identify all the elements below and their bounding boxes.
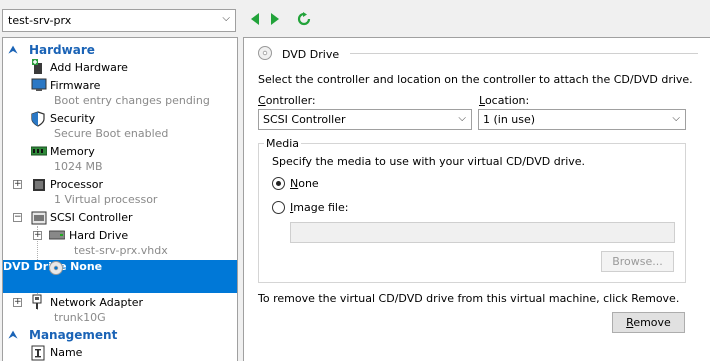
remove-button[interactable]: Remove: [612, 312, 685, 333]
expand-icon[interactable]: +: [33, 231, 42, 240]
tree-item-label: Firmware: [50, 79, 101, 92]
location-value: 1 (in use): [483, 113, 536, 126]
shield-icon: [31, 111, 47, 127]
tree-item-memory[interactable]: Memory 1024 MB: [3, 143, 237, 175]
tree-item-label: Memory: [50, 145, 95, 158]
tree-item-label: Name: [50, 346, 83, 359]
management-header-label: Management: [29, 328, 118, 342]
dvd-disc-icon: [49, 261, 65, 277]
tree-item-sublabel: None: [70, 260, 103, 273]
tree-item-label: Processor: [50, 178, 103, 191]
tree-item-sublabel: test-srv-prx.vhdx: [74, 244, 168, 257]
image-file-radio[interactable]: [272, 201, 285, 214]
forward-arrow-icon[interactable]: [268, 11, 282, 27]
expand-icon[interactable]: +: [13, 180, 22, 189]
collapse-chevron-icon: ⮝: [8, 44, 18, 56]
controller-value: SCSI Controller: [263, 113, 346, 126]
vm-selector[interactable]: test-srv-prx ⌵: [2, 9, 236, 32]
hardware-section-header[interactable]: ⮝ Hardware: [3, 41, 237, 59]
controller-icon: [31, 210, 47, 226]
chevron-down-icon: ⌵: [222, 13, 230, 24]
tree-item-sublabel: Boot entry changes pending: [54, 94, 210, 107]
collapse-icon[interactable]: −: [13, 213, 22, 222]
none-radio[interactable]: [272, 177, 285, 190]
image-file-radio-label[interactable]: Image file:: [290, 201, 348, 214]
dvd-disc-icon: [258, 46, 274, 62]
detail-title: DVD Drive: [258, 45, 698, 63]
tree-item-dvd-drive[interactable]: DVD Drive None: [3, 260, 237, 293]
browse-button[interactable]: Browse...: [601, 251, 674, 272]
management-section-header[interactable]: ⮝ Management: [3, 326, 237, 344]
controller-label: Controller:: [258, 94, 316, 107]
refresh-icon[interactable]: [297, 11, 311, 27]
processor-icon: [31, 177, 47, 193]
media-description: Specify the media to use with your virtu…: [272, 155, 586, 168]
detail-title-label: DVD Drive: [282, 47, 340, 61]
location-select[interactable]: 1 (in use) ⌵: [478, 109, 686, 130]
tree-item-security[interactable]: Security Secure Boot enabled: [3, 110, 237, 142]
title-divider: [350, 53, 698, 54]
tree-item-sublabel: 1024 MB: [54, 160, 103, 173]
tree-item-firmware[interactable]: Firmware Boot entry changes pending: [3, 77, 237, 109]
controller-select[interactable]: SCSI Controller ⌵: [258, 109, 472, 130]
collapse-chevron-icon: ⮝: [8, 329, 18, 341]
vm-selector-value: test-srv-prx: [8, 14, 72, 27]
none-radio-label[interactable]: None: [290, 177, 319, 190]
remove-instructions: To remove the virtual CD/DVD drive from …: [258, 292, 680, 305]
tree-item-hard-drive[interactable]: + Hard Drive test-srv-prx.vhdx: [3, 227, 237, 259]
add-hardware-icon: [31, 59, 47, 75]
expand-icon[interactable]: +: [13, 298, 22, 307]
browse-button-label: Browse...: [612, 255, 663, 268]
tree-item-scsi-controller[interactable]: − SCSI Controller: [3, 209, 237, 226]
name-icon: [31, 345, 47, 361]
tree-item-name[interactable]: Name: [3, 344, 237, 361]
back-arrow-icon[interactable]: [248, 11, 262, 27]
location-label: Location:: [479, 94, 530, 107]
remove-button-label: Remove: [626, 316, 671, 329]
tree-item-sublabel: 1 Virtual processor: [54, 193, 158, 206]
hardware-header-label: Hardware: [29, 43, 95, 57]
tree-item-sublabel: trunk10G: [54, 311, 106, 324]
tree-item-add-hardware[interactable]: Add Hardware: [3, 59, 237, 76]
intro-text: Select the controller and location on th…: [258, 73, 693, 86]
tree-item-label: Network Adapter: [50, 296, 144, 309]
media-group-header: Media: [264, 137, 302, 150]
network-adapter-icon: [31, 294, 47, 310]
tree-item-sublabel: Secure Boot enabled: [54, 127, 169, 140]
hardware-tree: ⮝ Hardware Add Hardware Firmware Boot en…: [2, 37, 238, 361]
tree-item-label: Security: [50, 112, 96, 125]
hard-drive-icon: [48, 230, 66, 246]
tree-item-label: Add Hardware: [50, 61, 128, 74]
image-file-path-input[interactable]: [290, 222, 675, 243]
tree-item-processor[interactable]: + Processor 1 Virtual processor: [3, 176, 237, 208]
firmware-icon: [31, 78, 47, 94]
chevron-down-icon: ⌵: [458, 113, 466, 124]
tree-item-label: SCSI Controller: [50, 211, 133, 224]
tree-item-network-adapter[interactable]: + Network Adapter trunk10G: [3, 294, 237, 326]
memory-icon: [30, 146, 48, 162]
chevron-down-icon: ⌵: [672, 113, 680, 124]
tree-item-label: Hard Drive: [69, 229, 129, 242]
